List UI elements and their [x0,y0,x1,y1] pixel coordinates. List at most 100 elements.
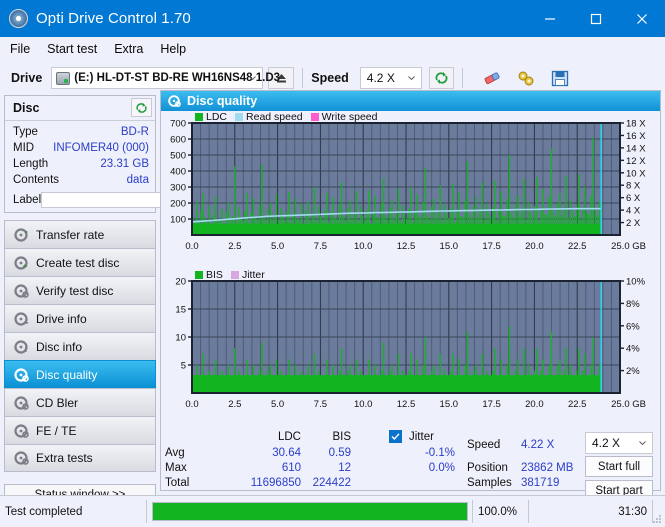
sidebar-item-drive-info[interactable]: Drive info [4,304,156,332]
svg-text:16 X: 16 X [626,131,646,142]
svg-text:300: 300 [170,183,186,194]
test-speed-select[interactable]: 4.2 X [585,432,653,454]
speed-label: Speed [311,71,349,85]
svg-text:2.5: 2.5 [228,241,241,252]
chart-ldc-canvas[interactable]: 100 200 300 400 500 600 700 2 X4 X 6 X8 X 10 X12 … [161,111,660,271]
disc-quality-panel: Disc quality LDC Read speed Write speed … [160,90,661,501]
jitter-checkbox-row: Jitter [389,430,434,443]
sidebar-item-label: Disc quality [36,367,98,382]
maximize-icon[interactable] [573,0,619,37]
jitter-checkbox[interactable] [389,430,402,443]
sidebar-item-cd-bler[interactable]: CD Bler [4,388,156,416]
app-window: Opti Drive Control 1.70 File Start test … [0,0,665,527]
disc-row-length-value: 23.31 GB [100,158,149,170]
disc-panel-header: Disc [5,96,155,121]
svg-text:22.5: 22.5 [568,399,587,410]
stats-row-label-total: Total [165,477,190,489]
stats-row-label-max: Max [165,462,187,474]
svg-text:20.0: 20.0 [525,241,544,252]
menu-item-start-test[interactable]: Start test [47,42,97,56]
chart-ldc-legend: LDC Read speed Write speed [195,111,386,123]
disc-row-mid-value: INFOMER40 (000) [53,142,149,154]
save-icon [552,70,569,86]
disc-quality-icon [13,367,29,383]
sidebar-item-label: CD Bler [36,395,79,410]
stats-position-value: 23862 MB [521,462,574,474]
menu-item-file[interactable]: File [10,42,30,56]
disc-row-length: Length 23.31 GB [13,157,149,172]
disc-row-contents-value: data [126,174,149,186]
sidebar-item-disc-quality[interactable]: Disc quality [4,360,156,388]
speed-select[interactable]: 4.2 X [359,67,422,89]
svg-text:7.5: 7.5 [314,399,327,410]
sidebar-item-disc-info[interactable]: Disc info [4,332,156,360]
legend-swatch-bis [195,271,203,279]
minimize-icon[interactable] [527,0,573,37]
disc-row-contents-key: Contents [13,174,60,186]
stats-panel: LDC BIS Avg Max Total 30.64 610 11696850… [161,429,660,501]
disc-refresh-button[interactable] [131,98,152,117]
legend-item-ldc: LDC [195,111,227,123]
stats-header-ldc: LDC [277,431,301,443]
menu-item-help[interactable]: Help [160,42,186,56]
jitter-label: Jitter [409,430,434,443]
status-bar: Test completed 100.0% 31:30 [0,495,665,527]
progress-bar [152,502,468,521]
sidebar-item-transfer-rate[interactable]: Transfer rate [4,220,156,248]
status-divider-3 [528,500,529,523]
disc-row-contents: Contents data [13,173,149,188]
sidebar-item-label: Create test disc [36,255,120,270]
svg-text:2%: 2% [626,366,640,377]
svg-text:100: 100 [170,215,186,226]
stats-ldc-max: 610 [281,462,301,474]
resize-grip-icon[interactable] [652,514,662,524]
sidebar-item-fe-te[interactable]: FE / TE [4,416,156,444]
tools-icon [518,71,534,85]
refresh-speed-button[interactable] [428,67,454,89]
stats-row-label-avg: Avg [165,447,185,459]
close-icon[interactable] [619,0,665,37]
svg-text:14 X: 14 X [626,143,646,154]
svg-text:15.0: 15.0 [440,399,459,410]
svg-text:15.0: 15.0 [440,241,459,252]
chart-bis-canvas[interactable]: 5 10 15 20 2% 4% 6% 8% 10% 0.0 2.5 5.0 7.5 10.0 12.5 15… [161,269,660,429]
menu-item-extra[interactable]: Extra [114,42,143,56]
sidebar-item-create-test-disc[interactable]: Create test disc [4,248,156,276]
status-divider-1 [146,500,147,523]
progress-bar-fill [153,503,467,520]
elapsed-time: 31:30 [618,506,647,518]
svg-text:12.5: 12.5 [397,399,416,410]
disc-row-mid: MID INFOMER40 (000) [13,141,149,156]
svg-text:5.0: 5.0 [271,399,284,410]
legend-label-ldc: LDC [206,111,228,123]
stats-ldc-avg: 30.64 [272,447,301,459]
svg-text:0.0: 0.0 [185,399,198,410]
legend-label-read-speed: Read speed [246,111,303,123]
sidebar-item-label: Extra tests [36,451,93,465]
sidebar-item-extra-tests[interactable]: Extra tests [4,444,156,472]
chevron-down-icon [639,441,646,445]
disc-info-rows: Type BD-R MID INFOMER40 (000) Length 23.… [5,121,249,209]
start-full-button[interactable]: Start full [585,456,653,477]
legend-swatch-write-speed [310,113,319,121]
chart-ldc: LDC Read speed Write speed 100 200 300 400 5… [161,111,660,271]
svg-text:10%: 10% [626,277,646,288]
drive-select[interactable]: (E:) HL-DT-ST BD-RE WH16NS48 1.D3 [51,67,280,89]
disc-row-mid-key: MID [13,142,35,154]
svg-text:2 X: 2 X [626,218,641,229]
stats-speed-value: 4.22 X [521,439,555,451]
toolbar-divider-1 [302,68,304,88]
stats-samples-value: 381719 [521,477,560,489]
fe-te-icon [13,423,29,439]
disc-panel-title: Disc [13,101,40,115]
tools-button[interactable] [514,67,539,89]
sidebar-item-label: Verify test disc [36,283,114,298]
chevron-down-icon [407,76,415,80]
svg-text:18 X: 18 X [626,119,646,130]
stats-bis-avg: 0.59 [328,447,351,459]
save-button[interactable] [548,67,573,89]
erase-button[interactable] [480,67,505,89]
sidebar-item-verify-test-disc[interactable]: Verify test disc [4,276,156,304]
svg-text:4%: 4% [626,344,640,355]
legend-item-read-speed: Read speed [235,111,303,123]
